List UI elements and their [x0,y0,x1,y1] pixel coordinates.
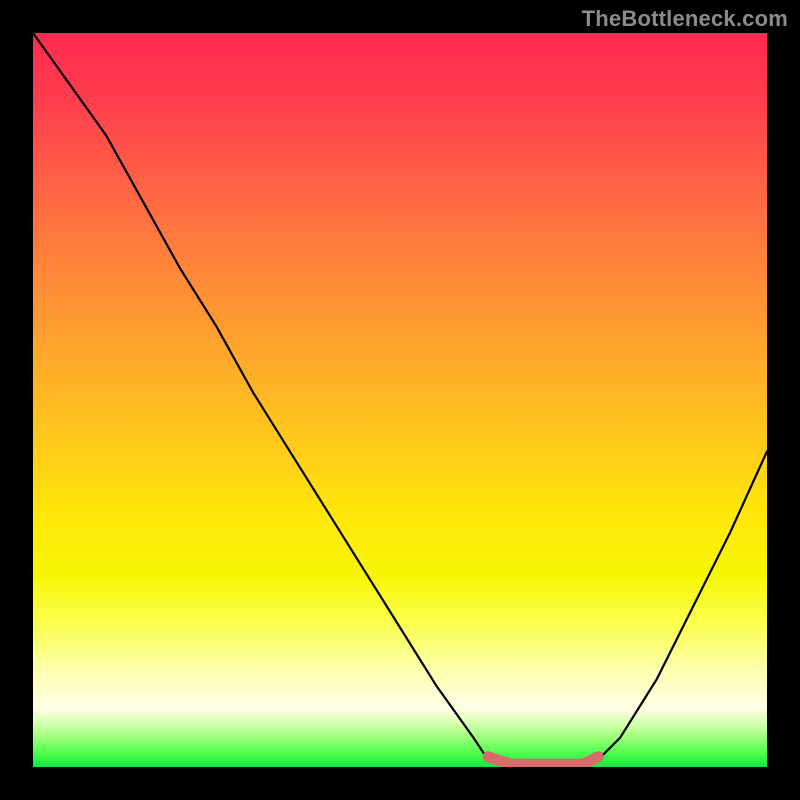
chart-frame: TheBottleneck.com [0,0,800,800]
plot-area [33,33,767,767]
bottleneck-curve [33,33,767,767]
watermark-text: TheBottleneck.com [582,6,788,32]
valley-highlight [488,757,598,764]
curve-svg [33,33,767,767]
